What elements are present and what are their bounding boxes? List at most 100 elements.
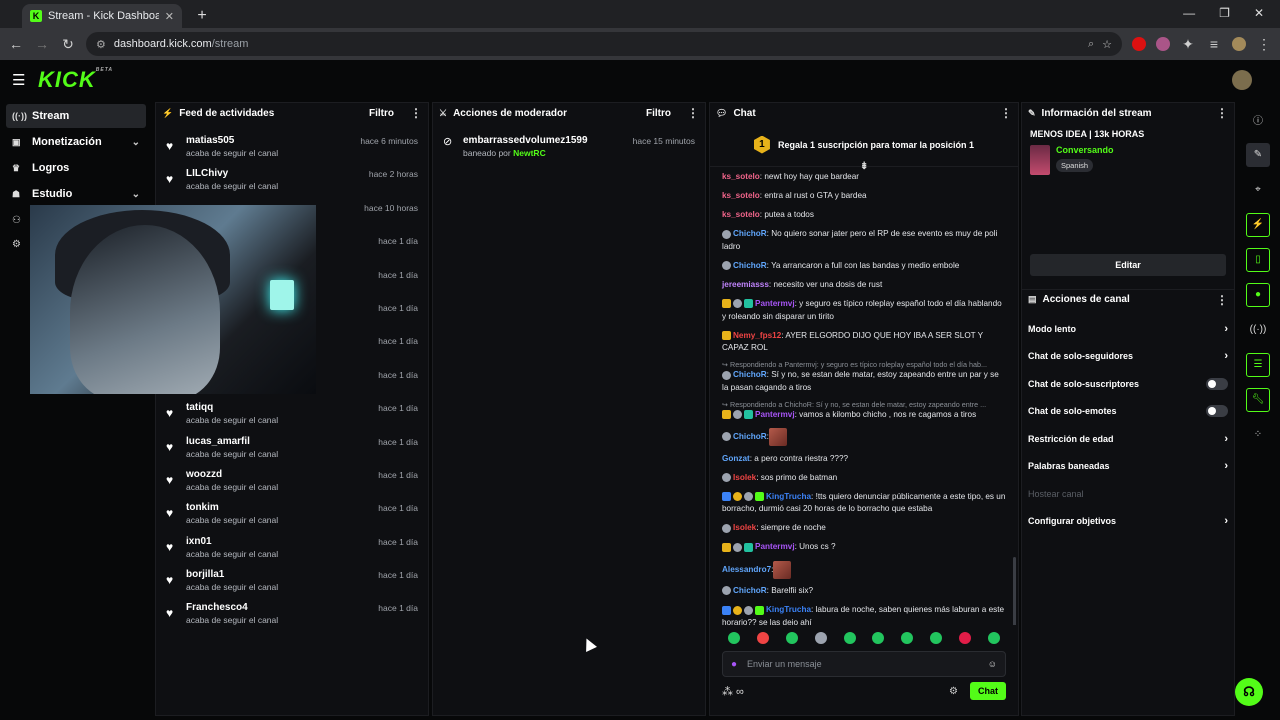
chat-message[interactable]: Isolek: siempre de noche (722, 522, 1006, 535)
edit-stream-button[interactable]: Editar (1030, 254, 1226, 276)
follower-name[interactable]: borjilla1 (186, 569, 278, 580)
feed-item[interactable]: ♥ LILChivy acaba de seguir el canal hace… (156, 166, 428, 199)
extension-icon[interactable] (1156, 37, 1170, 51)
document-icon[interactable]: ▯ (1246, 247, 1270, 272)
chat-message[interactable]: Gonzat: a pero contra riestra ???? (722, 453, 1006, 466)
chat-username[interactable]: ks_sotelo (722, 172, 760, 181)
channel-action-item[interactable]: Palabras baneadas › (1022, 453, 1234, 481)
site-info-icon[interactable]: ⚙ (96, 38, 106, 51)
chat-username[interactable]: ChichoR (733, 261, 767, 270)
reload-icon[interactable]: ↻ (60, 36, 76, 53)
webcam-overlay[interactable] (30, 205, 316, 394)
browser-profile-avatar[interactable] (1232, 37, 1246, 51)
follower-name[interactable]: tatiqq (186, 402, 278, 413)
more-options-icon[interactable]: ⋮ (410, 106, 422, 120)
chat-message[interactable]: Pantermvj: y seguro es típico roleplay e… (722, 298, 1006, 323)
extensions-puzzle-icon[interactable]: ✦ (1180, 36, 1196, 53)
crosshair-icon[interactable]: ⌖ (1246, 178, 1270, 202)
channel-action-item[interactable]: Chat de solo-seguidores › (1022, 343, 1234, 371)
media-icon[interactable]: ≡ (1206, 36, 1222, 52)
chat-username[interactable]: ChichoR (733, 229, 767, 238)
chat-username[interactable]: ks_sotelo (722, 191, 760, 200)
help-support-button[interactable]: ☊ (1235, 678, 1263, 706)
chat-messages[interactable]: ks_sotelo: newt hoy hay que bardear ks_so… (710, 167, 1018, 625)
chat-username[interactable]: ChichoR (733, 370, 767, 379)
close-tab-icon[interactable]: ✕ (165, 10, 174, 23)
feed-item[interactable]: ♥ borjilla1 acaba de seguir el canal hac… (156, 567, 428, 600)
follower-name[interactable]: lucas_amarfil (186, 436, 278, 447)
more-options-icon[interactable]: ⋮ (1216, 106, 1228, 120)
chat-username[interactable]: ChichoR (733, 586, 767, 595)
extension-icon[interactable] (1132, 37, 1146, 51)
emoji-picker-icon[interactable]: ☺ (988, 659, 997, 669)
browser-menu-icon[interactable]: ⋮ (1256, 36, 1272, 53)
chat-input[interactable]: ● Enviar un mensaje ☺ (722, 651, 1006, 677)
filter-button[interactable]: Filtro (369, 108, 394, 119)
info-icon[interactable]: ⓘ (1246, 108, 1270, 132)
chat-username[interactable]: ChichoR (733, 432, 767, 441)
chat-username[interactable]: Isolek (733, 523, 756, 532)
chat-message[interactable]: ChichoR: Barelfii six? (722, 585, 1006, 598)
feed-item[interactable]: ♥ Franchesco4 acaba de seguir el canal h… (156, 600, 428, 633)
browser-tab[interactable]: K Stream - Kick Dashboard ✕ (22, 4, 182, 28)
stream-category[interactable]: Conversando (1056, 145, 1114, 155)
bookmark-star-icon[interactable]: ☆ (1102, 38, 1112, 51)
close-window-icon[interactable]: ✕ (1254, 6, 1264, 20)
quick-emote-icon[interactable] (958, 632, 971, 644)
sidebar-item-estudio[interactable]: ☗ Estudio ⌄ (6, 182, 146, 206)
toggle-switch[interactable] (1206, 377, 1228, 390)
sidebar-item-monetizacion[interactable]: ▣ Monetización ⌄ (6, 130, 146, 154)
edit-pencil-icon[interactable]: ✎ (1246, 142, 1270, 167)
user-avatar[interactable] (1232, 70, 1252, 90)
chat-username[interactable]: Pantermvj (755, 299, 795, 308)
feed-item[interactable]: ♥ lucas_amarfil acaba de seguir el canal… (156, 434, 428, 467)
chat-username[interactable]: jereemiasss (722, 280, 769, 289)
follower-name[interactable]: Franchesco4 (186, 602, 278, 613)
follower-name[interactable]: ixn01 (186, 536, 278, 547)
quick-emote-icon[interactable] (901, 632, 914, 644)
quick-emote-icon[interactable] (843, 632, 856, 644)
sidebar-item-stream[interactable]: ((·)) Stream (6, 104, 146, 128)
chat-message[interactable]: Isolek: sos primo de batman (722, 472, 1006, 485)
chat-message[interactable]: KingTrucha: labura de noche, saben quien… (722, 604, 1006, 625)
url-input[interactable]: ⚙ dashboard.kick.com/stream ⌕ ☆ (86, 32, 1122, 56)
chat-scrollbar[interactable] (1013, 557, 1016, 625)
chat-message[interactable]: ChichoR: No quiero sonar jater pero el R… (722, 228, 1006, 253)
quick-emote-icon[interactable] (814, 632, 827, 644)
mod-action-item[interactable]: ⊘ embarrassedvolumez1599 baneado por New… (433, 131, 705, 165)
quick-emote-icon[interactable] (757, 632, 770, 644)
send-chat-button[interactable]: Chat (970, 682, 1006, 700)
zoom-icon[interactable]: ⌕ (1088, 38, 1094, 51)
sidebar-item-logros[interactable]: ♛ Logros (6, 156, 146, 180)
kick-logo[interactable]: KICKBETA (38, 67, 113, 93)
follower-name[interactable]: tonkim (186, 502, 278, 513)
quick-emote-icon[interactable] (785, 632, 798, 644)
more-options-icon[interactable]: ⋮ (687, 106, 699, 120)
apps-icon[interactable]: ⁘ (1246, 423, 1270, 447)
chat-message[interactable]: ChichoR: (722, 427, 1006, 446)
channel-action-item[interactable]: Restricción de edad › (1022, 425, 1234, 453)
chat-username[interactable]: Isolek (733, 473, 756, 482)
quick-emote-icon[interactable] (987, 632, 1000, 644)
chat-message[interactable]: ChichoR: Ya arrancaron a full con las ba… (722, 260, 1006, 273)
chat-message[interactable]: ks_sotelo: putea a todos (722, 209, 1006, 222)
chat-message[interactable]: ks_sotelo: entra al rust o GTA y bardea (722, 190, 1006, 203)
feed-item[interactable]: ♥ tonkim acaba de seguir el canal hace 1… (156, 500, 428, 533)
chat-message[interactable]: jereemiasss: necesito ver una dosis de r… (722, 279, 1006, 292)
feed-item[interactable]: ♥ ixn01 acaba de seguir el canal hace 1 … (156, 534, 428, 567)
wrench-icon[interactable]: 🔧︎ (1246, 387, 1270, 412)
chat-username[interactable]: Gonzat (722, 454, 750, 463)
channel-action-item[interactable]: Configurar objetivos › (1022, 508, 1234, 536)
follower-name[interactable]: LILChivy (186, 168, 278, 179)
chat-settings-gear-icon[interactable]: ⚙ (949, 686, 958, 697)
feed-item[interactable]: ♥ woozzd acaba de seguir el canal hace 1… (156, 467, 428, 500)
microphone-icon[interactable]: ● (731, 659, 737, 670)
feed-item[interactable]: ♥ tatiqq acaba de seguir el canal hace 1… (156, 400, 428, 433)
quick-emote-icon[interactable] (929, 632, 942, 644)
forward-icon[interactable]: → (34, 36, 50, 52)
follower-name[interactable]: matias505 (186, 135, 278, 146)
pinned-gift-banner[interactable]: 1 Regala 1 suscripción para tomar la pos… (710, 123, 1018, 172)
more-options-icon[interactable]: ⋮ (1000, 106, 1012, 120)
infinity-icon[interactable]: ⁂ ∞ (722, 685, 744, 698)
feed-item[interactable]: ♥ matias505 acaba de seguir el canal hac… (156, 133, 428, 166)
